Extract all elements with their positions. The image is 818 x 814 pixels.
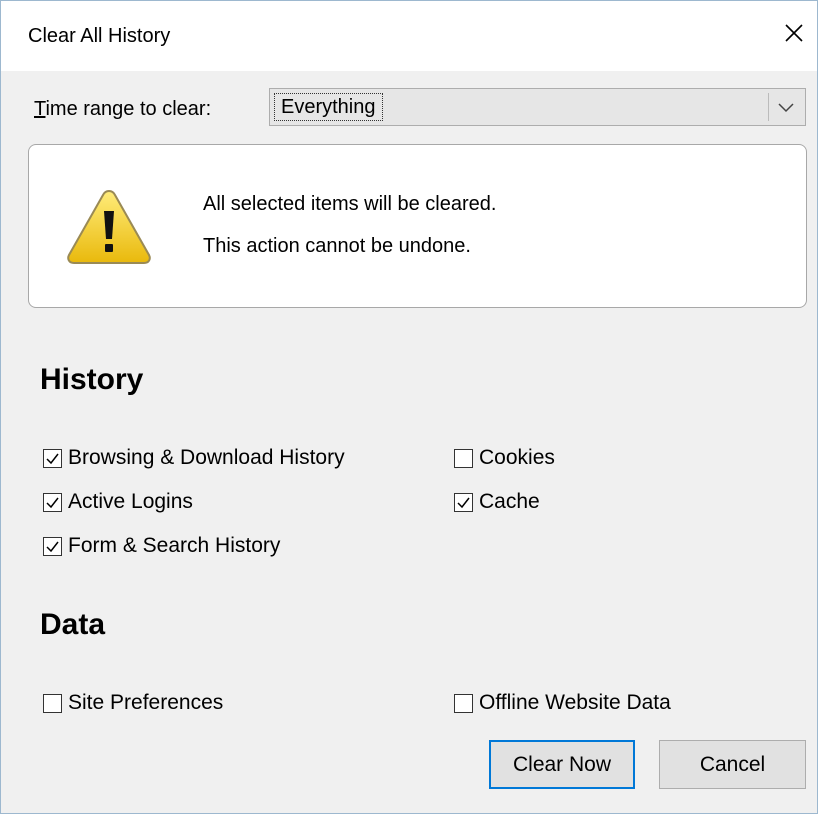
checkbox-box[interactable] <box>454 492 473 512</box>
checkbox-label: Active Logins <box>68 490 193 513</box>
checkbox-browsing-download-history[interactable]: Browsing & Download History <box>43 445 345 471</box>
warning-icon <box>67 189 151 264</box>
select-divider <box>768 93 769 121</box>
checkbox-label: Form & Search History <box>68 534 281 557</box>
checkmark-icon <box>46 541 59 552</box>
time-range-label: Time range to clear: <box>34 96 211 122</box>
checkbox-box[interactable] <box>43 448 62 468</box>
checkbox-label: Cache <box>479 490 540 513</box>
checkbox-active-logins[interactable]: Active Logins <box>43 489 193 515</box>
checkbox-cache[interactable]: Cache <box>454 489 540 515</box>
close-icon <box>785 24 803 42</box>
data-heading: Data <box>40 608 106 641</box>
checkmark-icon <box>46 453 59 464</box>
checkbox-box[interactable] <box>43 693 62 713</box>
history-heading: History <box>40 363 144 396</box>
cancel-button[interactable]: Cancel <box>659 740 806 789</box>
checkbox-box[interactable] <box>454 448 473 468</box>
warning-message-line-1: All selected items will be cleared. <box>203 193 497 215</box>
checkbox-box[interactable] <box>454 693 473 713</box>
checkbox-label: Browsing & Download History <box>68 446 345 469</box>
checkbox-label: Site Preferences <box>68 691 224 714</box>
window-title: Clear All History <box>28 25 171 47</box>
checkbox-cookies[interactable]: Cookies <box>454 445 555 471</box>
title-bar: Clear All History <box>1 1 817 71</box>
checkmark-icon <box>46 497 59 508</box>
clear-history-dialog: Clear All History Time range to clear: E… <box>0 0 818 814</box>
chevron-down-icon[interactable] <box>773 95 799 121</box>
checkbox-form-search-history[interactable]: Form & Search History <box>43 533 280 559</box>
time-range-selected-value: Everything <box>274 93 383 121</box>
checkbox-box[interactable] <box>43 536 62 556</box>
time-range-label-text: ime range to clear: <box>45 98 212 120</box>
warning-message-line-2: This action cannot be undone. <box>203 235 471 257</box>
checkmark-icon <box>457 497 470 508</box>
checkbox-site-preferences[interactable]: Site Preferences <box>43 690 223 716</box>
close-button[interactable] <box>777 15 811 51</box>
time-range-select[interactable]: Everything <box>269 88 806 126</box>
warning-panel: All selected items will be cleared. This… <box>28 144 807 308</box>
checkbox-offline-website-data[interactable]: Offline Website Data <box>454 690 671 716</box>
checkbox-label: Offline Website Data <box>479 691 671 714</box>
checkbox-label: Cookies <box>479 446 555 469</box>
time-range-label-accesskey: T <box>34 98 46 120</box>
clear-now-button[interactable]: Clear Now <box>489 740 635 789</box>
checkbox-box[interactable] <box>43 492 62 512</box>
